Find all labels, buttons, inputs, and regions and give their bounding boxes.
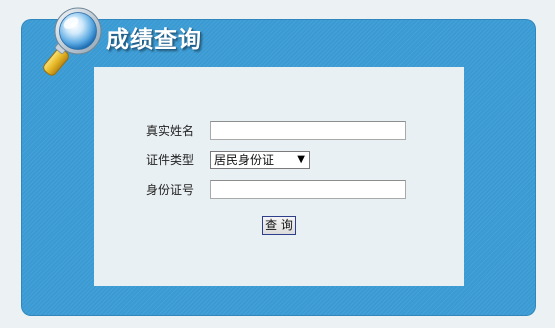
id-type-row: 证件类型 居民身份证 ▼	[94, 149, 464, 171]
id-number-input[interactable]	[210, 180, 406, 199]
page: 成绩查询 真实姓名 证件类型 居民身份证 ▼ 身份证号 查 询	[0, 0, 555, 328]
name-label: 真实姓名	[146, 124, 195, 138]
page-title: 成绩查询	[106, 27, 202, 53]
id-number-row: 身份证号	[94, 179, 464, 201]
id-type-select[interactable]: 居民身份证 ▼	[210, 151, 310, 169]
id-number-label: 身份证号	[146, 183, 195, 197]
id-type-selected-value: 居民身份证	[214, 153, 275, 167]
name-input[interactable]	[210, 121, 406, 140]
chevron-down-icon: ▼	[297, 154, 305, 165]
id-type-label: 证件类型	[146, 153, 195, 167]
name-row: 真实姓名	[94, 120, 464, 142]
form-area: 真实姓名 证件类型 居民身份证 ▼ 身份证号 查 询	[94, 67, 464, 286]
query-button[interactable]: 查 询	[262, 216, 296, 235]
